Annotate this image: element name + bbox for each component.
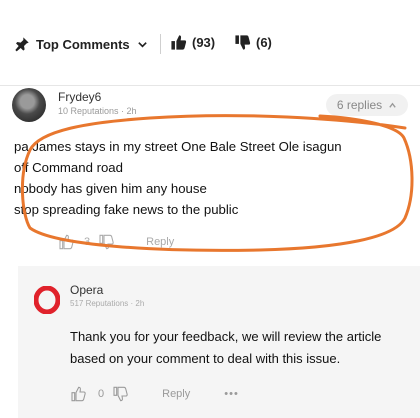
reply-actions: 0 Reply ••• (70, 386, 239, 402)
avatar[interactable] (12, 88, 46, 122)
like-icon[interactable] (58, 234, 74, 250)
like-icon[interactable] (70, 386, 86, 402)
comment-username[interactable]: Frydey6 (58, 90, 101, 104)
comment-meta: 10 Reputations · 2h (58, 106, 137, 116)
replies-toggle[interactable]: 6 replies (326, 94, 408, 116)
reply-button[interactable]: Reply (146, 236, 174, 248)
reply-text: Thank you for your feedback, we will rev… (70, 329, 382, 366)
reply-button[interactable]: Reply (162, 388, 190, 400)
comment-line: pa James stays in my street One Bale Str… (14, 139, 342, 154)
replies-label: 6 replies (336, 98, 383, 112)
comment-line: off Command road (14, 160, 123, 175)
sort-label: Top Comments (36, 36, 130, 52)
chevron-up-icon (389, 102, 396, 108)
sort-dropdown[interactable]: Top Comments (14, 36, 148, 52)
like-count: 3 (84, 236, 91, 248)
thumbs-up-icon (171, 35, 187, 50)
dislike-icon[interactable] (98, 234, 114, 250)
thumbs-down-icon (235, 35, 251, 50)
dislike-icon[interactable] (112, 386, 128, 402)
upvote-count: (93) (192, 35, 216, 50)
upvote-button[interactable]: (93) (170, 34, 215, 51)
more-options-button[interactable]: ••• (224, 388, 239, 400)
like-count: 0 (98, 388, 105, 400)
pin-icon (15, 37, 29, 52)
reply-item: Opera 517 Reputations · 2h Thank you for… (18, 266, 420, 418)
comment-actions: 3 Reply (58, 234, 174, 250)
comment-text: pa James stays in my street One Bale Str… (14, 136, 404, 220)
chevron-down-icon (137, 41, 147, 48)
reply-meta: 517 Reputations · 2h (70, 299, 145, 308)
comment-item: Frydey6 10 Reputations · 2h 6 replies pa… (0, 86, 420, 258)
comment-line: nobody has given him any house (14, 181, 207, 196)
comment-line: stop spreading fake news to the public (14, 202, 239, 217)
downvote-button[interactable]: (6) (234, 34, 272, 51)
comments-header: Top Comments (93) (6) (0, 0, 420, 84)
header-divider (160, 34, 161, 54)
downvote-count: (6) (256, 35, 272, 50)
reply-username[interactable]: Opera (70, 283, 103, 297)
opera-logo-icon[interactable] (34, 286, 60, 314)
